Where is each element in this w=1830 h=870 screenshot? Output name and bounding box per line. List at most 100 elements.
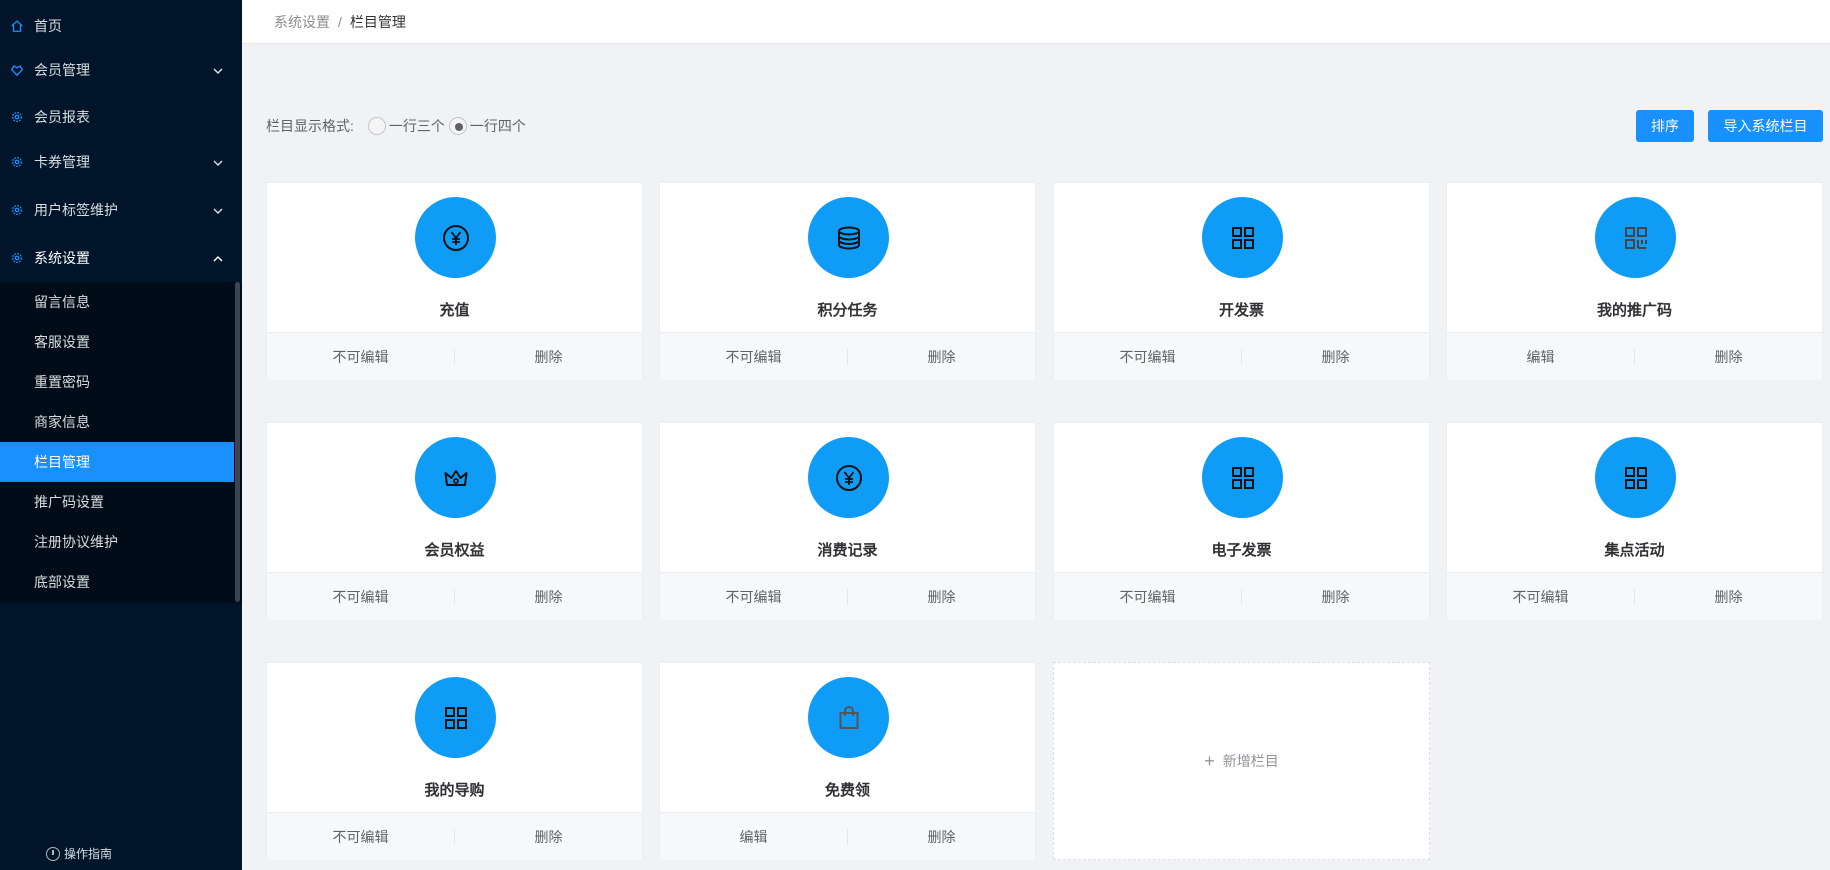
radio-three-per-row[interactable]: 一行三个 [367,116,445,136]
sub-item-label: 注册协议维护 [34,534,118,550]
card-title: 电子发票 [1211,542,1272,559]
menu-item-member-report[interactable]: 会员报表 [0,94,242,140]
add-column-label: 新增栏目 [1222,753,1279,769]
card-delete-action[interactable]: 删除 [1635,587,1822,607]
column-card: 充值 不可编辑 删除 [266,182,643,380]
sub-item-label: 留言信息 [34,294,90,310]
card-icon-circle [808,197,889,278]
menu-label: 首页 [34,18,62,34]
grid-icon [1231,466,1254,489]
sub-item-label: 商家信息 [34,414,90,430]
radio-circle[interactable] [367,117,386,135]
database-icon [837,226,860,250]
card-title: 免费领 [824,782,870,799]
grid-icon [1624,466,1647,489]
sub-item-reset-password[interactable]: 重置密码 [0,362,234,402]
sort-button[interactable]: 排序 [1636,110,1694,142]
sub-item-merchant-info[interactable]: 商家信息 [0,402,234,442]
display-format-row: 栏目显示格式: 一行三个 一行四个 [266,116,526,136]
sub-item-messages[interactable]: 留言信息 [0,282,234,322]
card-delete-action[interactable]: 删除 [455,587,642,607]
yen-icon [835,464,862,491]
chevron-down-icon [212,204,224,216]
sub-item-customer-service[interactable]: 客服设置 [0,322,234,362]
card-actions: 编辑 删除 [1447,332,1822,380]
card-delete-action[interactable]: 删除 [848,587,1035,607]
card-edit-action[interactable]: 不可编辑 [660,347,847,367]
grid-icon [1231,226,1254,249]
sub-item-label: 底部设置 [34,574,90,590]
menu-label: 卡券管理 [34,154,90,170]
radio-four-per-row[interactable]: 一行四个 [448,116,526,136]
card-actions: 编辑 删除 [660,812,1035,860]
menu-item-coupon-management[interactable]: 卡券管理 [0,139,242,185]
column-card: 免费领 编辑 删除 [659,662,1036,860]
menu-item-system-settings[interactable]: 系统设置 [0,235,242,281]
sub-item-promo-code-settings[interactable]: 推广码设置 [0,482,234,522]
menu-label: 系统设置 [34,250,90,266]
card-title: 充值 [439,302,470,319]
card-icon-circle [415,197,496,278]
card-icon-circle [808,677,889,758]
menu-label: 会员管理 [34,62,90,78]
column-card: 集点活动 不可编辑 删除 [1446,422,1823,620]
radio-label: 一行四个 [469,118,526,134]
column-card: 消费记录 不可编辑 删除 [659,422,1036,620]
card-title: 会员权益 [424,542,485,559]
menu-label: 用户标签维护 [34,202,118,218]
sub-item-register-agreement[interactable]: 注册协议维护 [0,522,234,562]
card-icon-circle [808,437,889,518]
card-edit-action[interactable]: 不可编辑 [660,587,847,607]
column-card: 会员权益 不可编辑 删除 [266,422,643,620]
card-actions: 不可编辑 删除 [1054,332,1429,380]
card-delete-action[interactable]: 删除 [1635,347,1822,367]
guide-label: 操作指南 [64,847,113,861]
card-edit-action[interactable]: 编辑 [660,827,847,847]
menu-item-user-tags[interactable]: 用户标签维护 [0,187,242,233]
radio-label: 一行三个 [388,118,445,134]
guide-link[interactable]: 操作指南 [46,845,112,862]
card-edit-action[interactable]: 不可编辑 [267,587,454,607]
card-edit-action[interactable]: 编辑 [1447,347,1634,367]
card-title: 积分任务 [817,302,878,319]
breadcrumb-separator: / [338,13,342,30]
import-system-columns-button[interactable]: 导入系统栏目 [1708,110,1823,142]
card-delete-action[interactable]: 删除 [848,347,1035,367]
menu-item-home[interactable]: 首页 [0,3,242,49]
card-title: 开发票 [1218,302,1264,319]
column-card: 电子发票 不可编辑 删除 [1053,422,1430,620]
card-edit-action[interactable]: 不可编辑 [1447,587,1634,607]
card-delete-action[interactable]: 删除 [848,827,1035,847]
card-delete-action[interactable]: 删除 [1242,347,1429,367]
card-title: 消费记录 [817,542,878,559]
card-actions: 不可编辑 删除 [1447,572,1822,620]
sub-item-label: 推广码设置 [34,494,104,510]
card-delete-action[interactable]: 删除 [1242,587,1429,607]
radio-circle[interactable] [448,117,467,135]
card-icon-circle [1595,197,1676,278]
card-edit-action[interactable]: 不可编辑 [267,347,454,367]
chevron-down-icon [212,64,224,76]
sub-item-label: 栏目管理 [34,454,90,470]
add-column-card[interactable]: + 新增栏目 [1053,662,1430,860]
card-edit-action[interactable]: 不可编辑 [267,827,454,847]
chevron-up-icon [212,252,224,264]
home-icon [10,19,24,33]
card-title: 集点活动 [1604,542,1665,559]
card-edit-action[interactable]: 不可编辑 [1054,587,1241,607]
sub-item-footer-settings[interactable]: 底部设置 [0,562,234,602]
yen-icon [442,224,469,251]
gear-icon [10,110,24,124]
breadcrumb-parent[interactable]: 系统设置 [274,12,330,32]
column-card: 积分任务 不可编辑 删除 [659,182,1036,380]
sub-item-column-management[interactable]: 栏目管理 [0,442,234,482]
card-delete-action[interactable]: 删除 [455,827,642,847]
heart-icon [10,63,24,77]
menu-item-member-management[interactable]: 会员管理 [0,47,242,93]
card-edit-action[interactable]: 不可编辑 [1054,347,1241,367]
card-actions: 不可编辑 删除 [660,572,1035,620]
sidebar-scrollbar[interactable] [235,282,240,602]
sidebar: 首页 会员管理 会员报表 卡券管理 用户标签维护 系统设置 留言信息 客服设置 … [0,0,242,870]
card-icon-circle [415,677,496,758]
card-delete-action[interactable]: 删除 [455,347,642,367]
